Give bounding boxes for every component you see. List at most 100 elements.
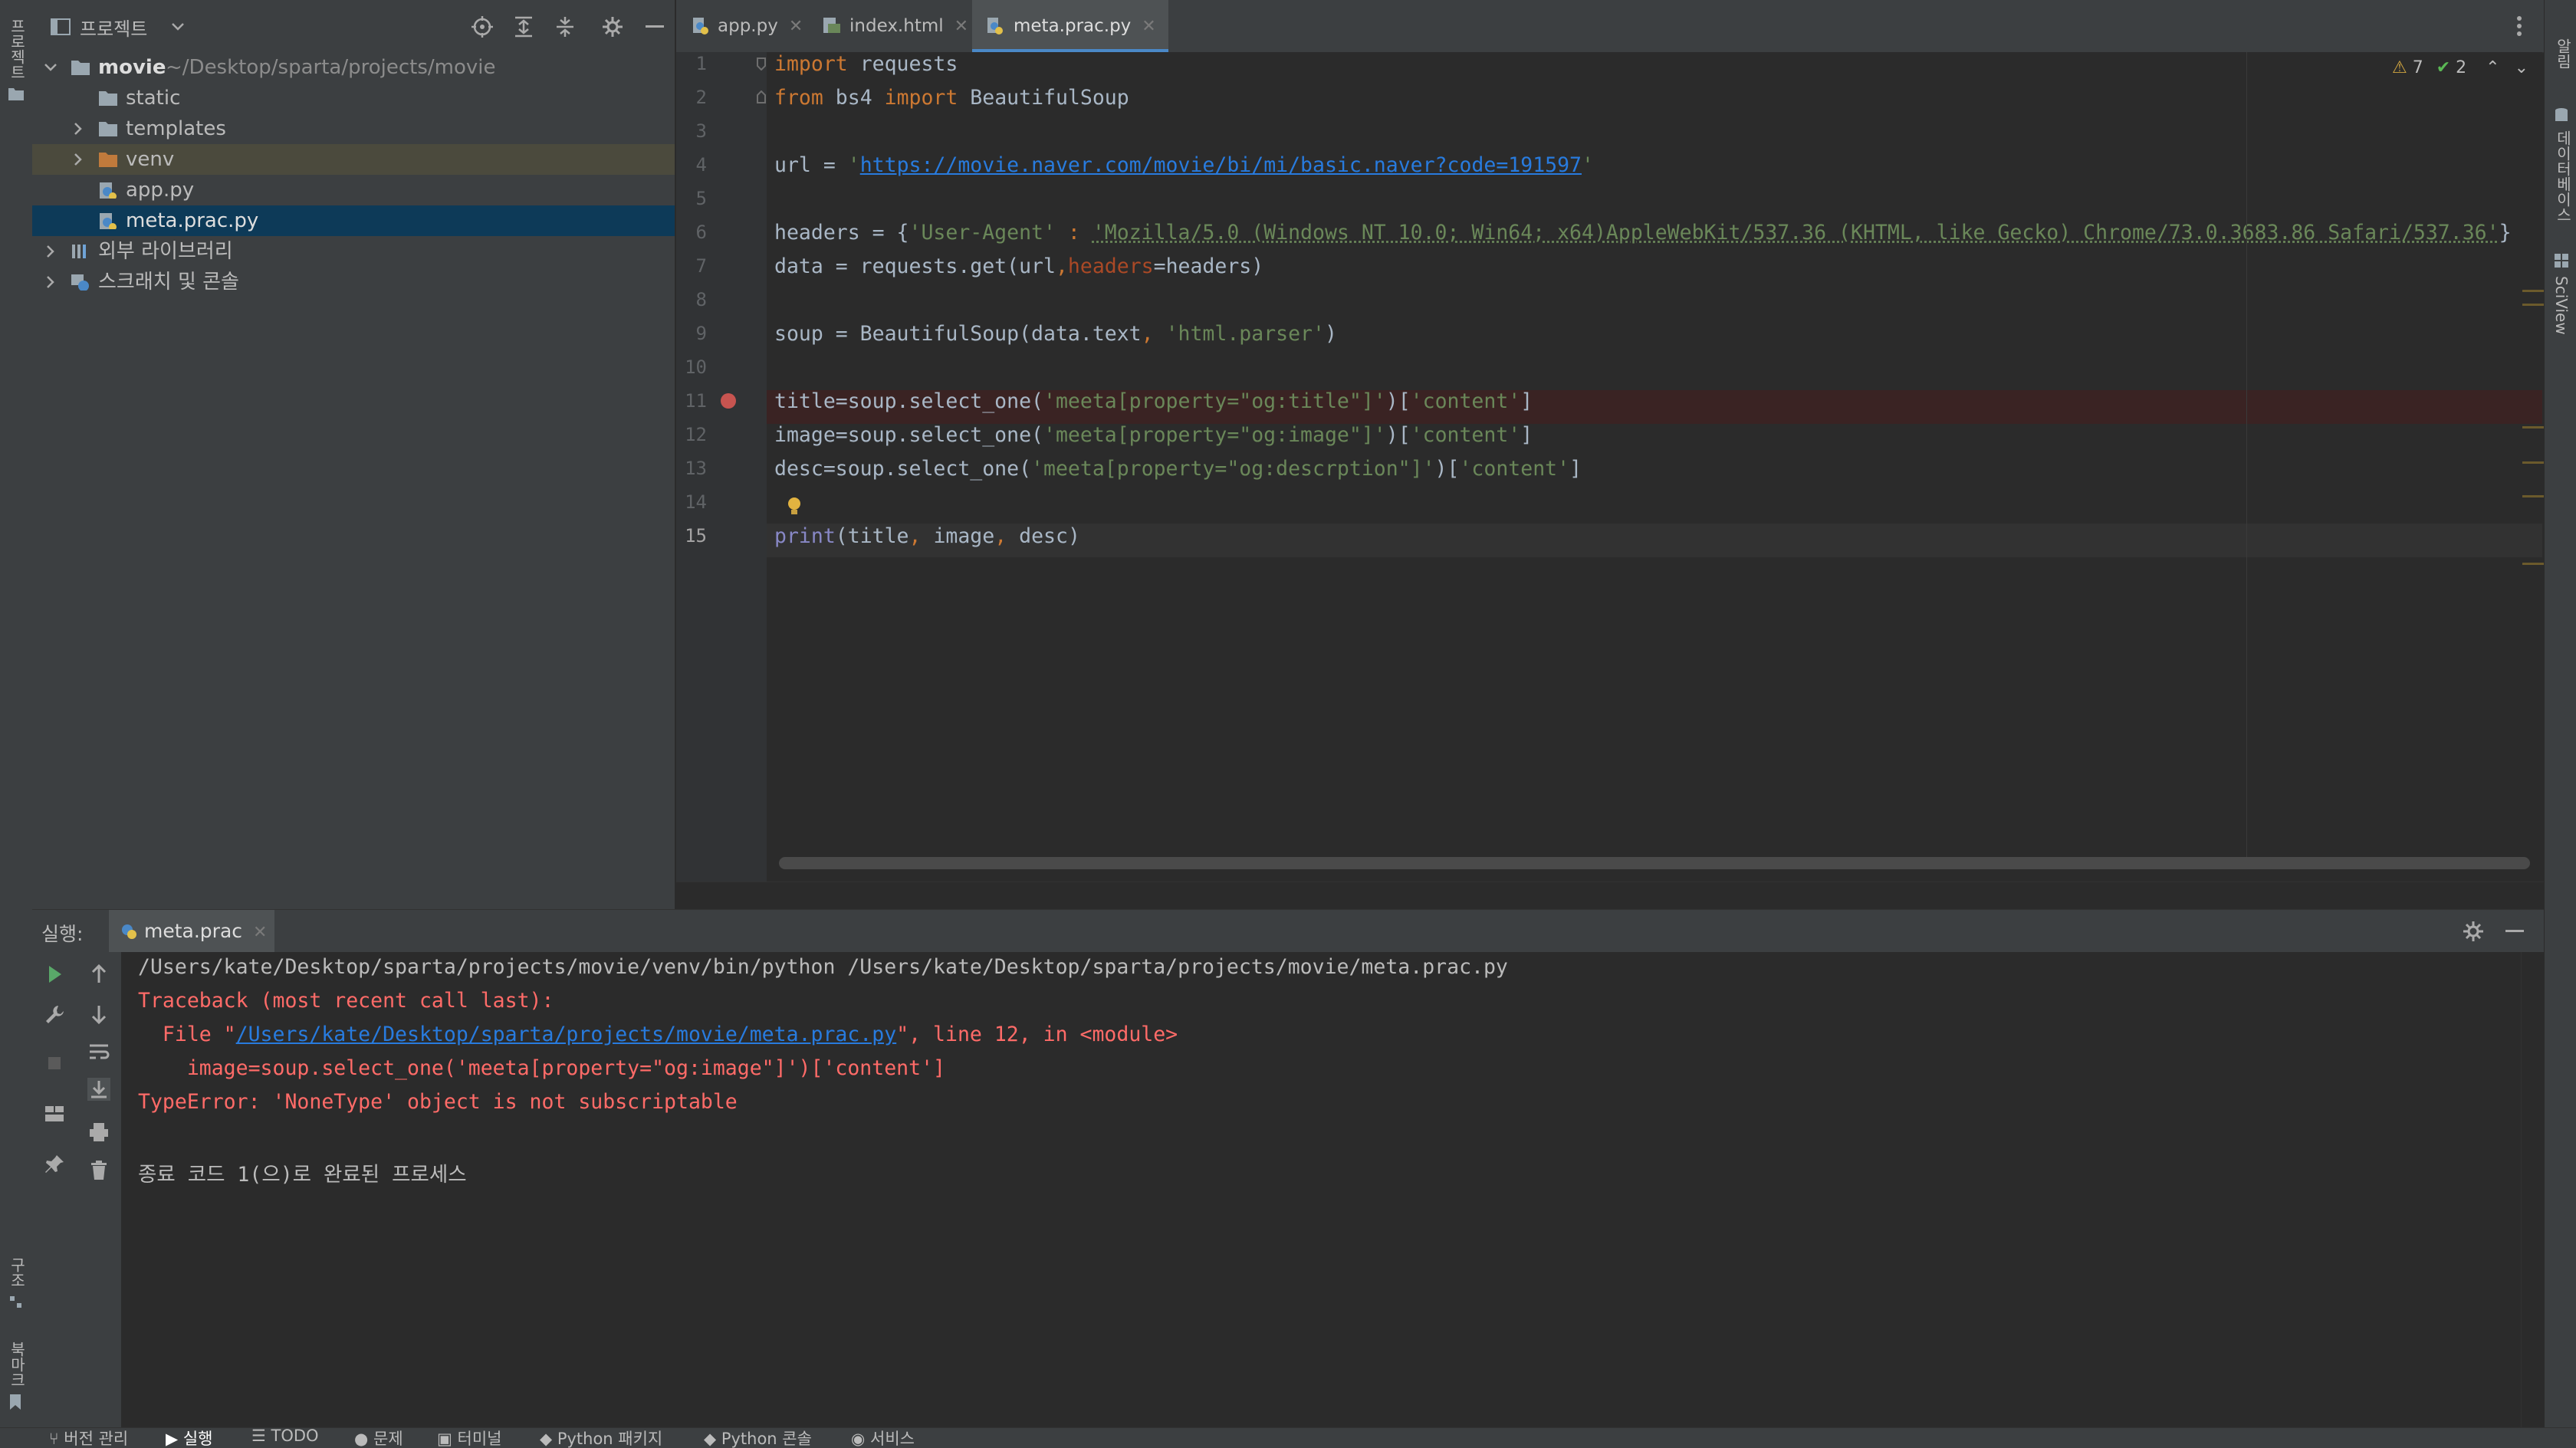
warning-marker[interactable] [2522, 290, 2544, 292]
tree-item-label: venv [126, 148, 175, 171]
project-tool-button[interactable]: 프로젝트 [6, 18, 28, 80]
collapse-all-icon[interactable] [554, 15, 577, 38]
fold-icon[interactable] [756, 90, 767, 104]
run-tab[interactable]: meta.prac ✕ [109, 910, 275, 953]
line-number: 11 [685, 390, 707, 412]
tab-meta-prac-py[interactable]: meta.prac.py ✕ [972, 0, 1168, 52]
locate-icon[interactable] [471, 15, 494, 38]
run-icon[interactable] [43, 963, 66, 986]
tree-item-scratches[interactable]: 스크래치 및 콘솔 [32, 267, 675, 297]
problems-tool-button[interactable]: ● 문제 [354, 1428, 403, 1448]
close-icon[interactable]: ✕ [1142, 17, 1155, 36]
warning-marker[interactable] [2522, 426, 2544, 428]
python-file-icon [987, 18, 1003, 34]
gear-icon[interactable] [2463, 921, 2484, 942]
vcs-tool-button[interactable]: ⑂ 버전 관리 [49, 1428, 128, 1448]
pin-icon[interactable] [43, 1153, 66, 1176]
inspection-widget[interactable]: ⚠ 7 ✔ 2 ⌃ ⌄ [2392, 58, 2528, 77]
close-icon[interactable]: ✕ [955, 17, 968, 36]
fold-icon[interactable] [756, 57, 767, 71]
code-line-15: print(title, image, desc) [774, 524, 1080, 548]
python-packages-tool-button[interactable]: ◆ Python 패키지 [540, 1428, 662, 1448]
warning-marker[interactable] [2522, 495, 2544, 497]
tree-item-meta-prac-py[interactable]: meta.prac.py [32, 205, 675, 236]
project-tree: movie ~/Desktop/sparta/projects/movie st… [32, 52, 675, 909]
terminal-tool-button[interactable]: ▣ 터미널 [437, 1428, 502, 1448]
layout-icon[interactable] [43, 1102, 66, 1125]
trash-icon[interactable] [87, 1159, 110, 1182]
tree-root-path: ~/Desktop/sparta/projects/movie [166, 56, 496, 79]
lightbulb-icon[interactable] [787, 497, 802, 517]
database-icon [2555, 108, 2568, 121]
right-margin-guide [2246, 52, 2247, 857]
python-console-tool-button[interactable]: ◆ Python 콘솔 [704, 1428, 812, 1448]
chevron-down-icon[interactable]: ⌄ [2515, 58, 2528, 77]
tree-root-name: movie [98, 56, 166, 79]
chevron-down-icon[interactable] [44, 61, 57, 74]
line-number: 9 [695, 323, 707, 344]
scroll-to-end-icon[interactable] [87, 1078, 110, 1101]
folder-icon [99, 91, 117, 106]
warning-marker[interactable] [2522, 461, 2544, 464]
structure-tool-button[interactable]: 구조 [6, 1257, 28, 1288]
tab-index-html[interactable]: index.html ✕ [822, 0, 968, 52]
close-icon[interactable]: ✕ [253, 923, 267, 942]
bookmarks-tool-button[interactable]: 북마크 [6, 1341, 28, 1387]
wrench-icon[interactable] [43, 1003, 66, 1026]
code-editor[interactable]: import requests from bs4 import Beautifu… [767, 52, 2542, 882]
chevron-up-icon[interactable]: ⌃ [2486, 58, 2499, 77]
notifications-tool-button[interactable]: 알림 [2552, 38, 2574, 69]
tree-item-external-libraries[interactable]: 외부 라이브러리 [32, 236, 675, 267]
soft-wrap-icon[interactable] [87, 1041, 110, 1064]
python-file-icon [693, 18, 708, 34]
bottom-tool-window-bar: ⑂ 버전 관리 ▶ 실행 ☰ TODO ● 문제 ▣ 터미널 ◆ Python … [0, 1427, 2576, 1448]
stop-icon[interactable] [43, 1052, 66, 1075]
console-error-line: TypeError: 'NoneType' object is not subs… [138, 1090, 738, 1114]
warning-marker[interactable] [2522, 563, 2544, 565]
tree-item-static[interactable]: static [32, 83, 675, 113]
traceback-file-link[interactable]: /Users/kate/Desktop/sparta/projects/movi… [236, 1023, 897, 1046]
chevron-right-icon[interactable] [72, 153, 84, 166]
tab-label: index.html [849, 16, 944, 36]
tree-item-venv[interactable]: venv [32, 144, 675, 175]
folder-icon [99, 122, 117, 136]
gear-icon[interactable] [601, 15, 624, 38]
line-number: 14 [685, 491, 707, 513]
tree-item-app-py[interactable]: app.py [32, 175, 675, 205]
warning-marker[interactable] [2522, 304, 2544, 306]
editor-bottom-gap [676, 882, 2544, 910]
expand-all-icon[interactable] [512, 15, 535, 38]
minimize-icon[interactable] [2505, 930, 2524, 933]
run-console-output[interactable]: /Users/kate/Desktop/sparta/projects/movi… [121, 952, 2521, 1427]
tree-item-templates[interactable]: templates [32, 113, 675, 144]
database-tool-button[interactable]: 데이터베이스 [2552, 130, 2574, 222]
project-panel-title[interactable]: 프로젝트 [80, 14, 147, 41]
console-scrollbar[interactable] [2521, 952, 2545, 1427]
horizontal-scrollbar[interactable] [779, 857, 2530, 869]
console-traceback-file-line: File "/Users/kate/Desktop/sparta/project… [138, 1023, 1178, 1046]
sciview-tool-button[interactable]: SciView [2552, 276, 2571, 335]
run-tool-button[interactable]: ▶ 실행 [166, 1428, 212, 1448]
code-line-1: import requests [774, 52, 958, 76]
warning-icon: ⚠ [2392, 58, 2407, 77]
tab-app-py[interactable]: app.py ✕ [692, 0, 803, 52]
chevron-right-icon[interactable] [44, 276, 57, 288]
arrow-down-icon[interactable] [87, 1003, 110, 1026]
check-icon: ✔ [2436, 58, 2451, 77]
tree-item-movie[interactable]: movie ~/Desktop/sparta/projects/movie [32, 52, 675, 83]
url-link[interactable]: https://movie.naver.com/movie/bi/mi/basi… [860, 153, 1582, 177]
close-icon[interactable]: ✕ [789, 17, 803, 36]
more-options-icon[interactable] [2516, 15, 2522, 37]
services-tool-button[interactable]: ◉ 서비스 [851, 1428, 915, 1448]
breakpoint-icon[interactable] [719, 392, 738, 410]
arrow-up-icon[interactable] [87, 963, 110, 986]
print-icon[interactable] [87, 1121, 110, 1144]
line-number: 4 [695, 154, 707, 176]
chevron-down-icon[interactable] [172, 23, 184, 31]
chevron-right-icon[interactable] [44, 245, 57, 258]
warning-count: 7 [2412, 58, 2423, 77]
run-panel-header: 실행: meta.prac ✕ [32, 909, 2544, 953]
chevron-right-icon[interactable] [72, 123, 84, 135]
minimize-icon[interactable] [646, 25, 664, 28]
todo-tool-button[interactable]: ☰ TODO [251, 1428, 319, 1445]
